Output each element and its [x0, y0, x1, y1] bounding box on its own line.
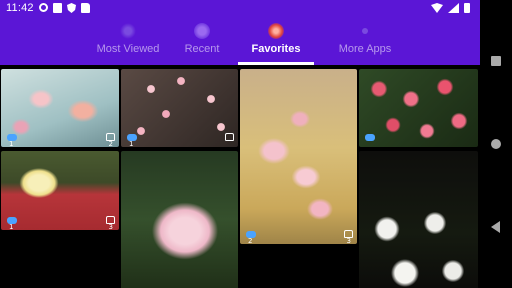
favorites-grid: 1 2 1 2 3 1 3 — [0, 67, 480, 288]
tile-stats: 2 3 — [240, 230, 357, 244]
battery-icon — [464, 3, 470, 13]
a-box-icon — [53, 3, 62, 13]
tile-stats: 1 2 — [1, 133, 119, 147]
wifi-icon — [431, 3, 443, 13]
navigation-bar — [480, 0, 512, 288]
image-tile-peach-blossom[interactable]: 2 3 — [240, 69, 357, 244]
sim-card-icon — [81, 3, 90, 13]
image-tile-yellow-rose[interactable]: 1 3 — [1, 151, 119, 230]
tab-indicator — [238, 62, 314, 65]
heart-icon — [268, 23, 284, 39]
thumbs-up-icon[interactable] — [225, 133, 234, 141]
comment-icon[interactable] — [365, 134, 375, 141]
signal-icon — [448, 3, 459, 13]
comment-count: 1 — [9, 140, 14, 147]
tab-bar: Most Viewed Recent Favorites More Apps — [0, 17, 480, 65]
image-tile-orchid[interactable]: 1 2 — [1, 69, 119, 147]
tile-stats: 1 — [121, 133, 238, 147]
like-count: 3 — [108, 223, 113, 230]
status-notification-icons — [39, 3, 90, 13]
like-count: 3 — [346, 237, 351, 244]
app-screen: 11:42 Most Viewed Recent Favorites More … — [0, 0, 512, 288]
like-count: 2 — [108, 140, 113, 147]
status-system-icons — [431, 3, 470, 13]
comment-count: 1 — [9, 223, 14, 230]
tile-stats — [359, 133, 478, 147]
apps-icon — [362, 28, 368, 34]
triangle-back-icon[interactable] — [491, 221, 500, 233]
tab-more-apps[interactable]: More Apps — [321, 17, 409, 65]
trending-icon — [120, 23, 136, 39]
image-tile-pink-roses[interactable] — [359, 69, 478, 147]
status-time: 11:42 — [6, 2, 34, 14]
gear-icon — [39, 3, 48, 12]
image-tile-pink-wild-rose[interactable] — [121, 151, 238, 288]
shield-icon — [67, 3, 76, 13]
comment-count: 1 — [129, 140, 134, 147]
tile-stats: 1 3 — [1, 216, 119, 230]
comment-count: 2 — [248, 237, 253, 244]
tab-favorites[interactable]: Favorites — [232, 17, 320, 65]
square-recents-icon[interactable] — [491, 56, 501, 66]
clock-icon — [194, 23, 210, 39]
tab-label: Favorites — [251, 43, 301, 55]
image-tile-pink-blossoms[interactable]: 1 — [121, 69, 238, 147]
tab-label: More Apps — [338, 43, 392, 55]
circle-home-icon[interactable] — [491, 139, 501, 149]
image-tile-white-roses[interactable] — [359, 151, 478, 288]
status-bar: 11:42 — [0, 0, 480, 17]
